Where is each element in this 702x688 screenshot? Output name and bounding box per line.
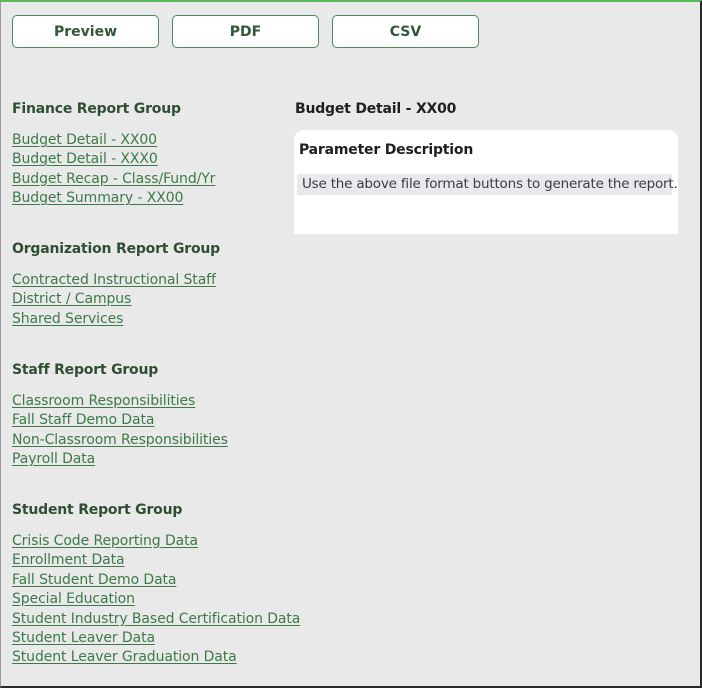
report-link[interactable]: Budget Detail - XXX0 xyxy=(12,150,215,169)
report-link[interactable]: Student Leaver Graduation Data xyxy=(12,648,300,667)
report-link[interactable]: Student Leaver Data xyxy=(12,629,300,648)
report-link[interactable]: Budget Detail - XX00 xyxy=(12,131,215,150)
report-link[interactable]: Fall Student Demo Data xyxy=(12,571,300,590)
selected-report-title: Budget Detail - XX00 xyxy=(295,101,457,117)
organization-report-group: Organization Report Group Contracted Ins… xyxy=(12,239,220,329)
report-link[interactable]: Enrollment Data xyxy=(12,551,300,570)
report-link[interactable]: District / Campus xyxy=(12,290,220,309)
student-report-group: Student Report Group Crisis Code Reporti… xyxy=(12,500,300,668)
parameter-panel: Parameter Description Use the above file… xyxy=(294,130,678,234)
preview-button[interactable]: Preview xyxy=(12,15,159,48)
report-link[interactable]: Crisis Code Reporting Data xyxy=(12,532,300,551)
report-link[interactable]: Classroom Responsibilities xyxy=(12,392,228,411)
csv-button[interactable]: CSV xyxy=(332,15,479,48)
report-link[interactable]: Contracted Instructional Staff xyxy=(12,271,220,290)
report-link[interactable]: Shared Services xyxy=(12,310,220,329)
report-link[interactable]: Special Education xyxy=(12,590,300,609)
toolbar: Preview PDF CSV xyxy=(12,15,479,48)
report-list: Budget Detail - XX00 Budget Detail - XXX… xyxy=(12,131,215,209)
report-link[interactable]: Fall Staff Demo Data xyxy=(12,411,228,430)
group-title: Finance Report Group xyxy=(12,101,181,117)
parameter-description: Use the above file format buttons to gen… xyxy=(297,174,678,195)
report-list: Classroom Responsibilities Fall Staff De… xyxy=(12,392,228,470)
group-title: Organization Report Group xyxy=(12,241,220,257)
parameter-heading: Parameter Description xyxy=(299,142,474,158)
group-title: Staff Report Group xyxy=(12,362,159,378)
report-link[interactable]: Payroll Data xyxy=(12,450,228,469)
report-link[interactable]: Budget Summary - XX00 xyxy=(12,189,215,208)
report-link[interactable]: Budget Recap - Class/Fund/Yr xyxy=(12,170,215,189)
finance-report-group: Finance Report Group Budget Detail - XX0… xyxy=(12,99,215,209)
report-link[interactable]: Student Industry Based Certification Dat… xyxy=(12,610,300,629)
staff-report-group: Staff Report Group Classroom Responsibil… xyxy=(12,360,228,470)
group-title: Student Report Group xyxy=(12,502,183,518)
report-list: Crisis Code Reporting Data Enrollment Da… xyxy=(12,532,300,668)
report-link[interactable]: Non-Classroom Responsibilities xyxy=(12,431,228,450)
report-list: Contracted Instructional Staff District … xyxy=(12,271,220,329)
pdf-button[interactable]: PDF xyxy=(172,15,319,48)
